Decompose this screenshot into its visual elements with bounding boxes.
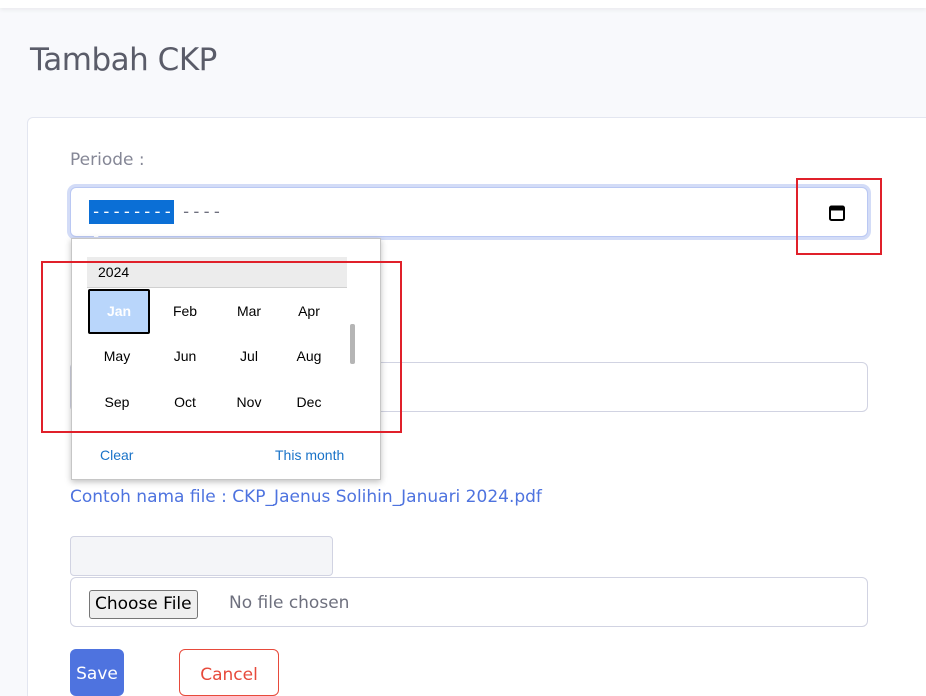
filename-hint: Contoh nama file : CKP_Jaenus Solihin_Ja… [70,487,542,507]
filename-display [70,536,333,576]
picker-clear-button[interactable]: Clear [100,447,133,463]
choose-file-button[interactable]: Choose File [89,590,198,619]
save-button[interactable]: Save [70,649,124,696]
picker-this-month-button[interactable]: This month [275,447,344,463]
file-status: No file chosen [229,593,350,613]
page-title: Tambah CKP [30,42,217,78]
periode-label: Periode : [70,150,145,170]
month-segment[interactable]: --------- [89,200,174,246]
year-segment[interactable]: ---- [181,200,222,224]
file-input[interactable]: Choose File No file chosen [70,577,868,627]
periode-month-input[interactable]: --------- ---- [70,187,868,246]
topbar [0,0,926,8]
cancel-button[interactable]: Cancel [179,649,279,696]
annotation-box-calendar [796,178,882,255]
annotation-box-months [41,261,402,433]
